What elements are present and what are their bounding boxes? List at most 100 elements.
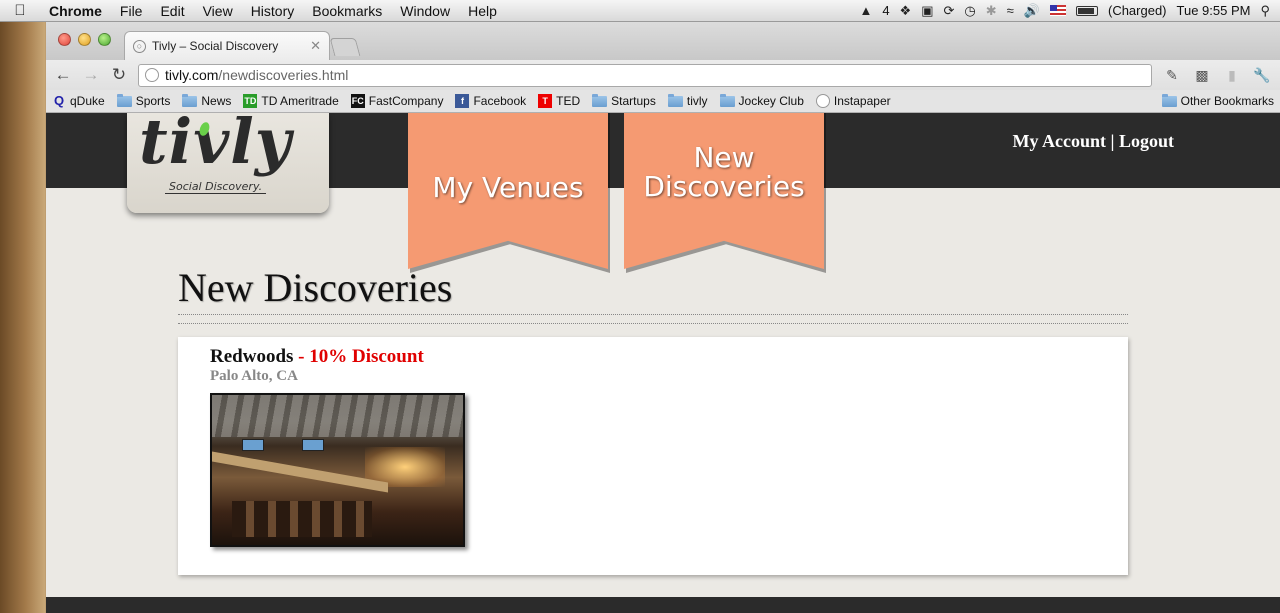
bookmark-qduke[interactable]: QqDuke — [52, 93, 105, 109]
fc-icon: FC — [350, 94, 365, 108]
venue-heading[interactable]: Redwoods - 10% Discount — [210, 346, 424, 368]
venue-name: Redwoods — [210, 346, 294, 367]
folder-icon — [182, 93, 198, 107]
battery-status: (Charged) — [1107, 3, 1167, 18]
spaces-icon[interactable]: ▣ — [921, 3, 933, 19]
site-logo[interactable]: tivly Social Discovery. — [127, 113, 329, 213]
nav-label-line: Discoveries — [643, 170, 805, 203]
account-links: My Account | Logout — [1013, 131, 1174, 152]
logout-link[interactable]: Logout — [1119, 131, 1174, 151]
tab-strip: ○ Tivly – Social Discovery ✕ — [46, 22, 1280, 60]
zoom-window-button[interactable] — [98, 33, 111, 46]
menu-file[interactable]: File — [111, 3, 152, 19]
photo-bar-counter — [212, 451, 388, 493]
account-separator: | — [1106, 131, 1119, 151]
folder-icon — [116, 93, 132, 107]
wrench-menu-icon[interactable]: 🔧 — [1252, 65, 1272, 85]
ted-icon: T — [538, 94, 553, 108]
bookmark-label: TED — [556, 94, 581, 108]
logo-wordmark: tivly — [139, 113, 292, 178]
bookmark-extension-icon[interactable]: ▮ — [1222, 65, 1242, 85]
reload-button-icon[interactable]: ↻ — [110, 65, 128, 85]
status-area: ▲ 4 ❖ ▣ ⟳ ◷ ✱ ≈ 🔊 (Charged) Tue 9:55 PM … — [859, 3, 1280, 19]
apple-menu-icon[interactable]:  — [0, 2, 40, 19]
venue-card: Redwoods - 10% Discount Palo Alto, CA — [178, 337, 1128, 575]
folder-icon — [719, 93, 735, 107]
bookmark-other[interactable]: Other Bookmarks — [1161, 93, 1274, 108]
folder-icon — [1161, 93, 1177, 107]
bookmark-fastcompany[interactable]: FC FastCompany — [350, 94, 443, 108]
my-account-link[interactable]: My Account — [1013, 131, 1107, 151]
bookmark-label: News — [201, 94, 232, 108]
wifi-icon[interactable]: ≈ — [1007, 3, 1014, 18]
menu-bar:  Chrome File Edit View History Bookmark… — [0, 0, 1280, 22]
bookmark-instapaper[interactable]: Instapaper — [815, 94, 891, 108]
close-window-button[interactable] — [58, 33, 71, 46]
photo-tv-screen — [302, 439, 324, 451]
dropbox-icon[interactable]: ❖ — [900, 3, 912, 19]
forward-button-icon[interactable]: → — [82, 65, 100, 85]
nav-my-venues-label: My Venues — [432, 173, 583, 202]
site-footer — [46, 597, 1280, 613]
page-viewport: tivly Social Discovery. My Venues New Di… — [46, 113, 1280, 613]
bookmark-td-ameritrade[interactable]: TD TD Ameritrade — [243, 94, 339, 108]
new-tab-button[interactable] — [329, 38, 361, 56]
menu-app-chrome[interactable]: Chrome — [40, 3, 111, 19]
globe-icon — [815, 94, 830, 108]
bookmarks-bar: QqDuke Sports News TD TD Ameritrade FC Fas… — [46, 90, 1280, 113]
tab-title: Tivly – Social Discovery — [152, 39, 279, 53]
site-info-globe-icon[interactable] — [145, 68, 159, 82]
facebook-icon: f — [455, 94, 470, 108]
bookmark-startups[interactable]: Startups — [592, 93, 656, 108]
time-machine-icon[interactable]: ◷ — [964, 3, 975, 19]
photo-bar-stools — [232, 501, 372, 537]
q-icon: Q — [53, 93, 65, 108]
window-controls — [58, 33, 111, 46]
evernote-extension-icon[interactable]: ▩ — [1192, 65, 1212, 85]
bluetooth-icon[interactable]: ✱ — [986, 3, 997, 19]
minimize-window-button[interactable] — [78, 33, 91, 46]
sync-icon[interactable]: ⟳ — [944, 3, 955, 19]
title-divider — [178, 314, 1128, 324]
menu-history[interactable]: History — [242, 3, 304, 19]
bookmark-tivly[interactable]: tivly — [667, 93, 708, 108]
bookmark-label: Other Bookmarks — [1180, 94, 1274, 108]
bookmark-jockey-club[interactable]: Jockey Club — [719, 93, 804, 108]
bookmark-label: Jockey Club — [738, 94, 804, 108]
bookmark-ted[interactable]: T TED — [538, 94, 580, 108]
photo-tv-screen — [242, 439, 264, 451]
bookmark-label: Instapaper — [833, 94, 891, 108]
menu-edit[interactable]: Edit — [151, 3, 193, 19]
menu-help[interactable]: Help — [459, 3, 506, 19]
tab-active[interactable]: ○ Tivly – Social Discovery ✕ — [124, 31, 330, 60]
spotlight-search-icon[interactable]: ⚲ — [1260, 3, 1270, 19]
menu-bookmarks[interactable]: Bookmarks — [303, 3, 391, 19]
adobe-icon[interactable]: ▲ — [859, 3, 872, 18]
bookmark-label: qDuke — [70, 94, 105, 108]
bookmark-label: TD Ameritrade — [261, 94, 339, 108]
browser-window: ○ Tivly – Social Discovery ✕ ← → ↻ tivly… — [46, 22, 1280, 613]
bookmark-label: Startups — [611, 94, 656, 108]
nav-my-venues[interactable]: My Venues — [408, 113, 608, 269]
folder-icon — [667, 93, 683, 107]
bookmark-facebook[interactable]: f Facebook — [455, 94, 526, 108]
bookmark-sports[interactable]: Sports — [116, 93, 170, 108]
clock[interactable]: Tue 9:55 PM — [1177, 3, 1251, 18]
nav-new-discoveries[interactable]: New Discoveries — [624, 113, 824, 269]
menu-window[interactable]: Window — [391, 3, 459, 19]
status-count: 4 — [882, 3, 890, 18]
us-flag-icon[interactable] — [1049, 5, 1066, 16]
page-title: New Discoveries — [178, 265, 453, 310]
menu-view[interactable]: View — [194, 3, 242, 19]
tab-close-icon[interactable]: ✕ — [310, 38, 321, 54]
browser-toolbar: ← → ↻ tivly.com /newdiscoveries.html ✎ ▩… — [46, 60, 1280, 90]
address-bar[interactable]: tivly.com /newdiscoveries.html — [138, 63, 1152, 87]
bookmark-news[interactable]: News — [182, 93, 232, 108]
venue-location: Palo Alto, CA — [210, 368, 298, 384]
volume-icon[interactable]: 🔊 — [1024, 3, 1040, 19]
battery-icon[interactable] — [1075, 5, 1098, 16]
back-button-icon[interactable]: ← — [54, 65, 72, 85]
bookmark-label: tivly — [686, 94, 708, 108]
translate-extension-icon[interactable]: ✎ — [1162, 65, 1182, 85]
venue-photo[interactable] — [210, 393, 465, 547]
